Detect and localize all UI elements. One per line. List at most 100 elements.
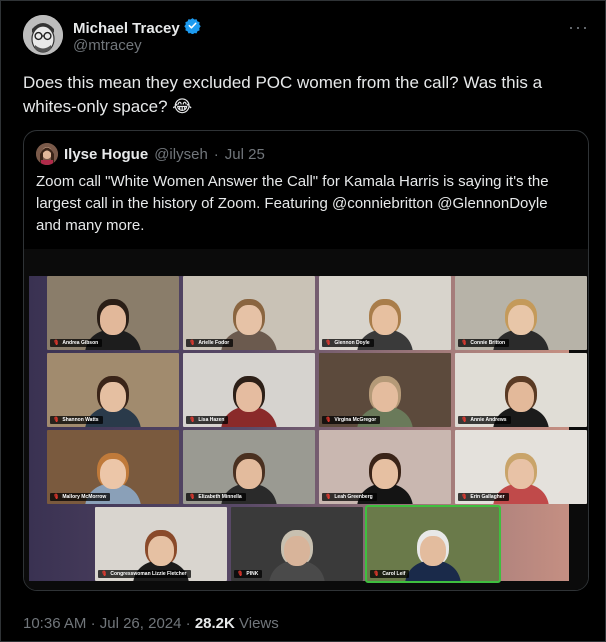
participant-face: [420, 536, 446, 566]
muted-mic-icon: 🎙: [189, 417, 196, 423]
zoom-participant-tile: 🎙 Glennon Doyle: [319, 276, 451, 350]
muted-mic-icon: 🎙: [53, 494, 60, 500]
muted-mic-icon: 🎙: [53, 340, 60, 346]
tweet-footer: 10:36 AM · Jul 26, 2024 · 28.2K Views: [23, 615, 279, 632]
participant-face: [100, 459, 126, 489]
tweet-text: Does this mean they excluded POC women f…: [23, 71, 583, 119]
quoted-author-handle: @ilyseh: [154, 145, 208, 163]
participant-name-label: 🎙 Mallory McMorrow: [50, 493, 111, 501]
participant-name-label: 🎙 Connie Britton: [458, 339, 510, 347]
participant-name-label: 🎙 Carol Leif: [370, 570, 410, 578]
verified-badge-icon: [184, 17, 201, 39]
zoom-participant-tile: 🎙 Shannon Watts: [47, 353, 179, 427]
zoom-participant-tile: 🎙 Carol Leif: [365, 505, 501, 583]
author-handle[interactable]: @mtracey: [73, 37, 142, 54]
zoom-participant-tile: 🎙 Erin Gallagher: [455, 430, 587, 504]
zoom-participant-tile: 🎙 Elizabeth Minnella: [183, 430, 315, 504]
zoom-participant-tile: 🎙 Congresswoman Lizzie Fletcher: [95, 507, 227, 581]
zoom-participant-tile: 🎙 Connie Britton: [455, 276, 587, 350]
participant-figure: [269, 529, 325, 581]
author-avatar[interactable]: [23, 15, 63, 55]
muted-mic-icon: 🎙: [53, 417, 60, 423]
participant-name: Lisa Hazen: [198, 417, 225, 423]
participant-name: Elizabeth Minnella: [198, 494, 242, 500]
participant-face: [236, 459, 262, 489]
participant-name: Glennon Doyle: [334, 340, 370, 346]
participant-face: [148, 536, 174, 566]
tweet-header: Michael Tracey @mtracey ···: [23, 15, 589, 59]
participant-name: Virgina McGregor: [334, 417, 377, 423]
participant-name: PINK: [246, 571, 259, 577]
muted-mic-icon: 🎙: [237, 571, 244, 577]
participant-name: Leah Greenberg: [334, 494, 373, 500]
participant-name: Shannon Watts: [62, 417, 99, 423]
quoted-media-image[interactable]: 🎙 Andrea Gibson 🎙 Arielle Fodor 🎙 Glennon Doy…: [24, 249, 588, 590]
muted-mic-icon: 🎙: [461, 340, 468, 346]
zoom-participant-tile: 🎙 Lisa Hazen: [183, 353, 315, 427]
zoom-participant-tile: 🎙 Arielle Fodor: [183, 276, 315, 350]
ellipsis-icon[interactable]: ···: [568, 17, 589, 38]
participant-figure: [405, 529, 461, 581]
zoom-participant-tile: 🎙 Andrea Gibson: [47, 276, 179, 350]
quoted-author-avatar: [36, 143, 58, 165]
muted-mic-icon: 🎙: [189, 340, 196, 346]
author-name[interactable]: Michael Tracey: [73, 20, 180, 37]
tweet-time[interactable]: 10:36 AM: [23, 615, 86, 632]
participant-name: Andrea Gibson: [62, 340, 99, 346]
muted-mic-icon: 🎙: [189, 494, 196, 500]
views-label: Views: [239, 615, 279, 632]
muted-mic-icon: 🎙: [325, 494, 332, 500]
muted-mic-icon: 🎙: [373, 571, 380, 577]
participant-name: Congresswoman Lizzie Fletcher: [110, 571, 187, 577]
participant-name: Annie Andrews: [470, 417, 507, 423]
participant-name-label: 🎙 Lisa Hazen: [186, 416, 229, 424]
participant-name-label: 🎙 Erin Gallagher: [458, 493, 509, 501]
muted-mic-icon: 🎙: [101, 571, 108, 577]
zoom-participant-tile: 🎙 PINK: [231, 507, 363, 581]
muted-mic-icon: 🎙: [461, 494, 468, 500]
participant-name-label: 🎙 Shannon Watts: [50, 416, 103, 424]
quoted-author-name: Ilyse Hogue: [64, 145, 149, 163]
participant-face: [236, 382, 262, 412]
quoted-tweet-text: Zoom call "White Women Answer the Call" …: [36, 173, 549, 234]
participant-face: [508, 305, 534, 335]
muted-mic-icon: 🎙: [325, 340, 332, 346]
quoted-separator: ·: [213, 145, 219, 163]
participant-face: [284, 536, 310, 566]
tweet-text-line-1: Does this mean they excluded POC women f…: [23, 73, 543, 92]
muted-mic-icon: 🎙: [325, 417, 332, 423]
participant-name-label: 🎙 PINK: [234, 570, 263, 578]
participant-name-label: 🎙 Leah Greenberg: [322, 493, 377, 501]
participant-name-label: 🎙 Annie Andrews: [458, 416, 511, 424]
tweet-text-line-2: whites-only space? 😂: [23, 97, 193, 116]
participant-name-label: 🎙 Arielle Fodor: [186, 339, 234, 347]
tweet-card: Michael Tracey @mtracey ··· Does this me…: [0, 0, 606, 642]
views-count: 28.2K: [194, 615, 235, 632]
muted-mic-icon: 🎙: [461, 417, 468, 423]
participant-name-label: 🎙 Elizabeth Minnella: [186, 493, 246, 501]
participant-face: [372, 459, 398, 489]
participant-name-label: 🎙 Congresswoman Lizzie Fletcher: [98, 570, 191, 578]
participant-name: Carol Leif: [382, 571, 406, 577]
participant-face: [372, 305, 398, 335]
participant-face: [372, 382, 398, 412]
zoom-participant-tile: 🎙 Annie Andrews: [455, 353, 587, 427]
participant-face: [100, 305, 126, 335]
participant-face: [508, 382, 534, 412]
footer-sep-2: ·: [185, 615, 191, 632]
participant-name-label: 🎙 Glennon Doyle: [322, 339, 374, 347]
participant-name: Mallory McMorrow: [62, 494, 107, 500]
participant-name: Arielle Fodor: [198, 340, 230, 346]
zoom-gallery-screenshot: 🎙 Andrea Gibson 🎙 Arielle Fodor 🎙 Glennon Doy…: [29, 276, 587, 583]
participant-face: [236, 305, 262, 335]
participant-name: Erin Gallagher: [470, 494, 505, 500]
zoom-participant-tile: 🎙 Virgina McGregor: [319, 353, 451, 427]
participant-figure: [221, 375, 277, 427]
footer-sep-1: ·: [90, 615, 96, 632]
tweet-date[interactable]: Jul 26, 2024: [100, 615, 182, 632]
zoom-participant-tile: 🎙 Mallory McMorrow: [47, 430, 179, 504]
quoted-tweet[interactable]: Ilyse Hogue @ilyseh · Jul 25 Zoom call "…: [23, 130, 589, 591]
quoted-tweet-header: Ilyse Hogue @ilyseh · Jul 25: [36, 143, 265, 165]
participant-name-label: 🎙 Andrea Gibson: [50, 339, 103, 347]
quoted-date: Jul 25: [224, 145, 265, 163]
